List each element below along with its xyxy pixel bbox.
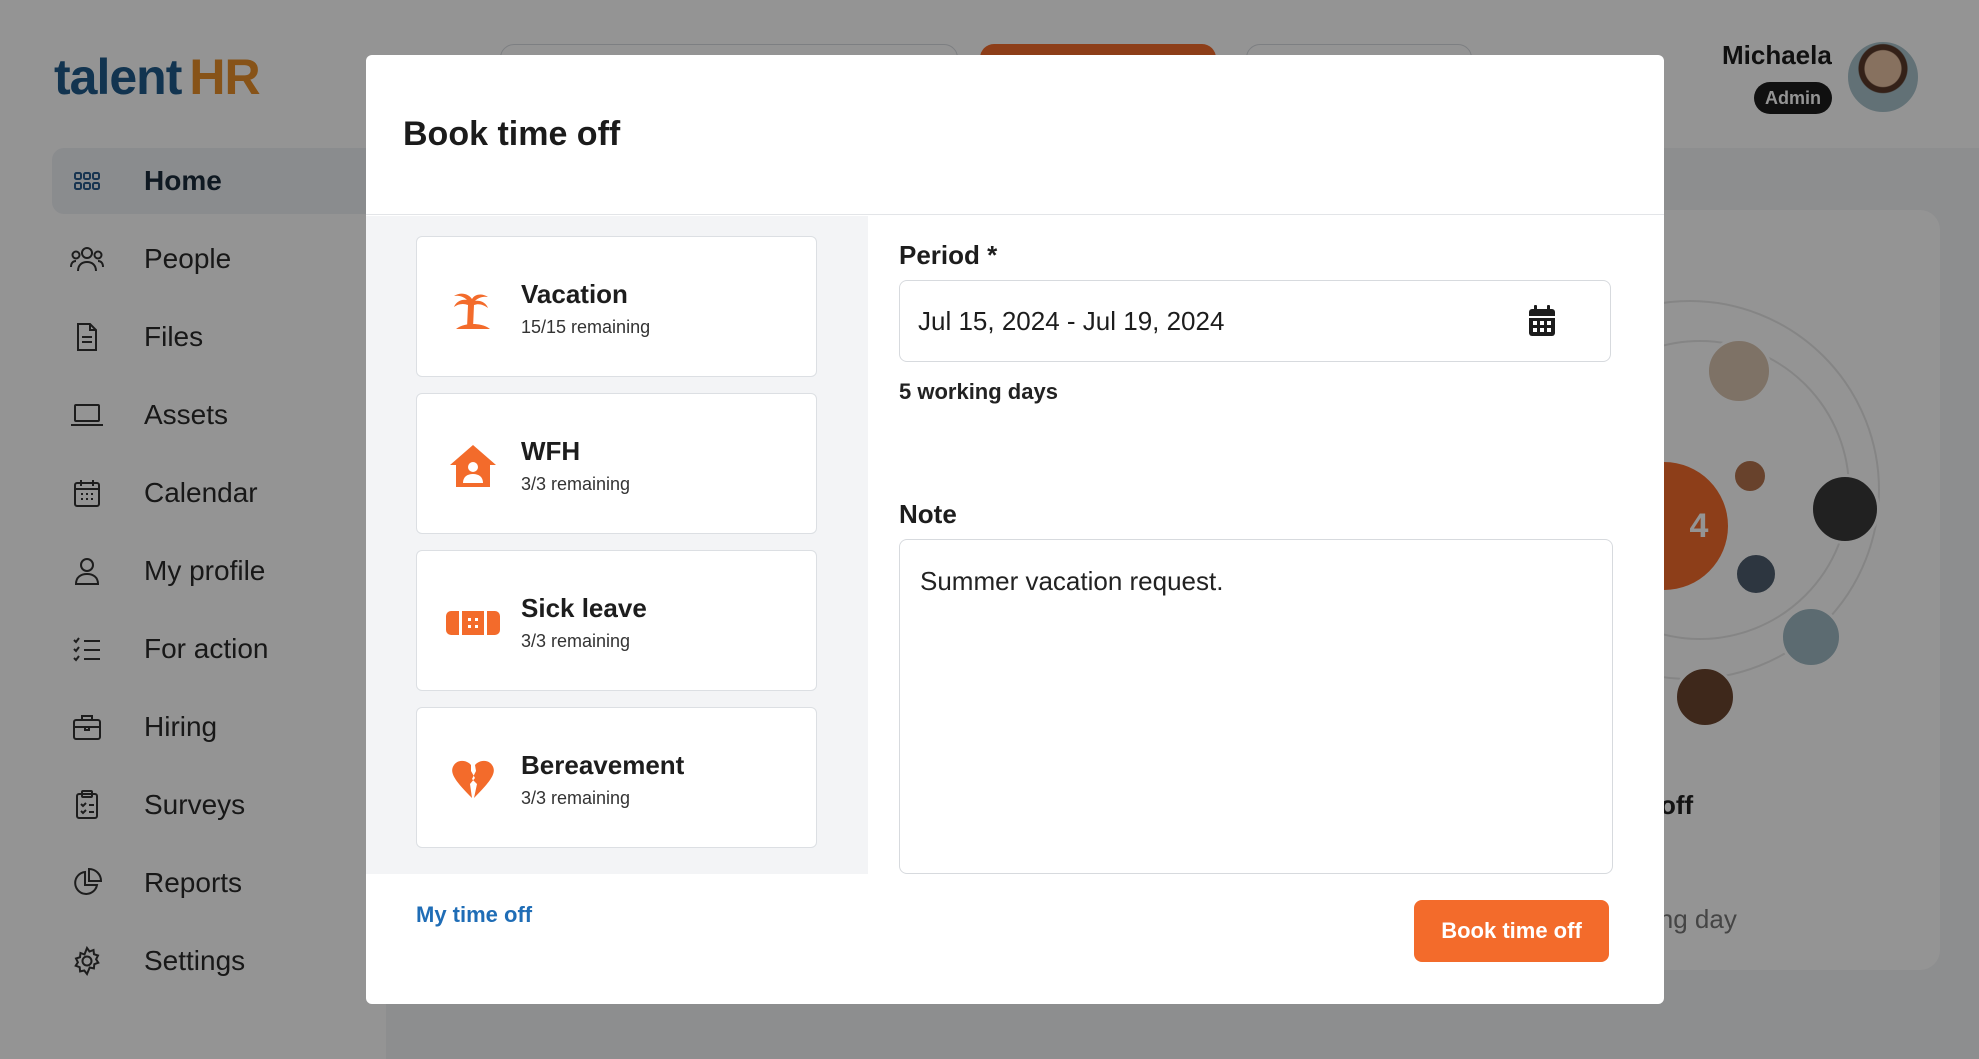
leave-type-wfh[interactable]: WFH 3/3 remaining — [416, 393, 817, 534]
leave-type-remaining: 3/3 remaining — [521, 474, 631, 494]
working-days-count: 5 working days — [899, 379, 1058, 404]
leave-type-sick-leave[interactable]: Sick leave 3/3 remaining — [416, 550, 817, 691]
leave-type-name: Bereavement — [521, 750, 685, 780]
note-textarea[interactable]: Summer vacation request. — [899, 539, 1613, 874]
period-date-range-input[interactable]: Jul 15, 2024 - Jul 19, 2024 — [899, 280, 1611, 362]
book-time-off-dialog: Book time off Vacation 15/15 remaining W… — [366, 55, 1664, 1004]
calendar-icon[interactable] — [1528, 305, 1560, 339]
leave-type-name: Sick leave — [521, 593, 647, 623]
my-time-off-link[interactable]: My time off — [416, 902, 532, 928]
bandage-icon — [445, 595, 501, 651]
leave-types-panel: Vacation 15/15 remaining WFH 3/3 remaini… — [366, 216, 868, 874]
leave-type-bereavement[interactable]: Bereavement 3/3 remaining — [416, 707, 817, 848]
home-user-icon — [445, 438, 501, 494]
note-label: Note — [899, 499, 957, 529]
leave-type-remaining: 15/15 remaining — [521, 317, 651, 337]
broken-heart-icon — [445, 752, 501, 808]
leave-type-name: Vacation — [521, 279, 628, 309]
leave-type-remaining: 3/3 remaining — [521, 631, 631, 651]
palm-tree-icon — [445, 281, 501, 337]
leave-type-name: WFH — [521, 436, 581, 466]
book-time-off-button[interactable]: Book time off — [1414, 900, 1609, 962]
leave-type-remaining: 3/3 remaining — [521, 788, 631, 808]
period-label: Period * — [899, 240, 998, 270]
dialog-header: Book time off — [366, 55, 1664, 215]
period-value: Jul 15, 2024 - Jul 19, 2024 — [918, 306, 1225, 336]
dialog-title: Book time off — [403, 115, 621, 153]
leave-type-vacation[interactable]: Vacation 15/15 remaining — [416, 236, 817, 377]
